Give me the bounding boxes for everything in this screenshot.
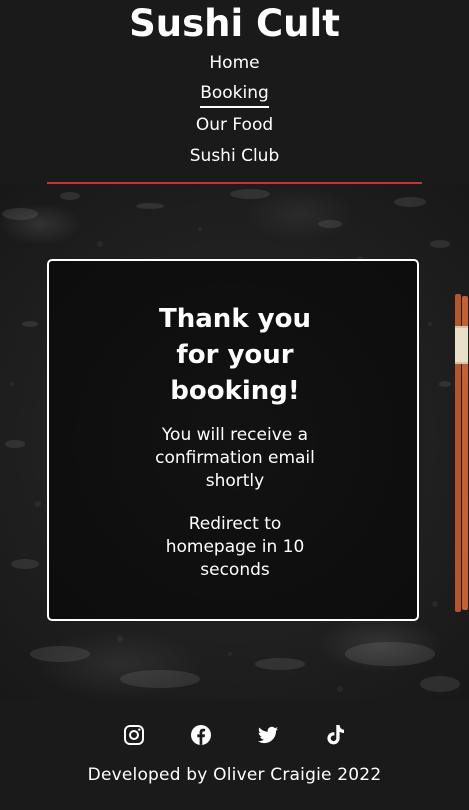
nav-item-sushi-club: Sushi Club [0, 142, 469, 173]
footer-credit: Developed by Oliver Craigie 2022 [87, 765, 382, 785]
nav-link-booking[interactable]: Booking [200, 80, 269, 108]
site-footer: Developed by Oliver Craigie 2022 [0, 700, 469, 810]
redirect-notice: Redirect to homepage in 10 seconds [165, 514, 305, 580]
site-title[interactable]: Sushi Cult [0, 2, 469, 46]
nav-item-booking: Booking [0, 80, 469, 111]
nav-link-sushi-club[interactable]: Sushi Club [190, 142, 279, 170]
facebook-link[interactable] [189, 723, 213, 747]
nav-item-our-food: Our Food [0, 111, 469, 142]
instagram-icon [124, 725, 144, 745]
confirmation-heading: Thank you for your booking! [159, 304, 311, 406]
hero-section: Thank you for your booking! You will rec… [0, 184, 469, 700]
social-links [0, 723, 469, 747]
nav-link-our-food[interactable]: Our Food [196, 111, 273, 139]
facebook-icon [191, 725, 211, 745]
site-header: Sushi Cult Home Booking Our Food Sushi C… [0, 0, 469, 184]
main-nav: Home Booking Our Food Sushi Club [0, 49, 469, 173]
booking-confirmation-card: Thank you for your booking! You will rec… [47, 259, 419, 621]
nav-item-home: Home [0, 49, 469, 80]
tiktok-icon [327, 725, 344, 745]
nav-link-home[interactable]: Home [209, 49, 259, 77]
twitter-icon [258, 726, 278, 744]
tiktok-link[interactable] [323, 723, 347, 747]
twitter-link[interactable] [256, 723, 280, 747]
chopsticks-image [455, 294, 468, 612]
instagram-link[interactable] [122, 723, 146, 747]
confirmation-message: You will receive a confirmation email sh… [155, 425, 315, 491]
